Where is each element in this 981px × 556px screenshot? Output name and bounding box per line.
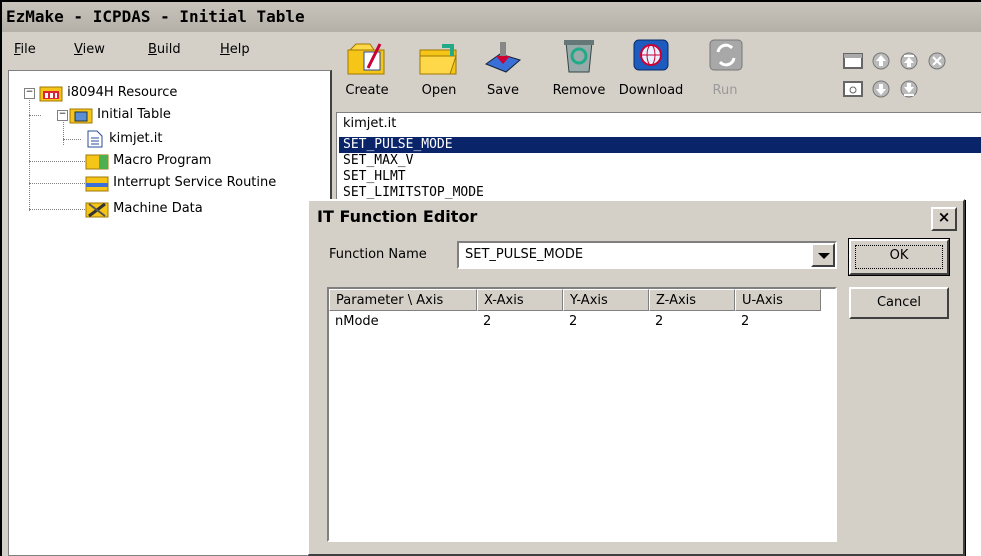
open-folder-icon bbox=[419, 44, 457, 75]
table-cell-y-axis[interactable]: 2 bbox=[563, 313, 577, 331]
ok-button[interactable]: OK bbox=[848, 238, 950, 276]
remove-button[interactable]: Remove bbox=[544, 32, 614, 102]
create-label: Create bbox=[345, 83, 389, 98]
tree-line bbox=[29, 183, 85, 184]
menu-view[interactable]: View bbox=[74, 42, 105, 57]
menu-help-key: H bbox=[220, 42, 230, 57]
dialog-close-button[interactable]: × bbox=[931, 207, 957, 231]
menu-view-rest: iew bbox=[82, 42, 105, 57]
table-cell-x-axis[interactable]: 2 bbox=[477, 313, 491, 331]
arrow-top-icon[interactable] bbox=[898, 52, 920, 70]
menu-file[interactable]: File bbox=[14, 42, 36, 57]
chevron-down-icon[interactable] bbox=[811, 243, 835, 267]
tree-item-machine-data-label: Machine Data bbox=[113, 201, 203, 216]
menu-bar: File View Build Help bbox=[2, 32, 332, 70]
focus-rect bbox=[855, 245, 943, 269]
table-folder-icon bbox=[69, 108, 93, 123]
download-globe-icon bbox=[633, 39, 669, 71]
menu-file-rest: ile bbox=[20, 42, 36, 57]
run-label: Run bbox=[712, 83, 738, 98]
save-icon bbox=[484, 42, 522, 73]
tree-item-root-label: i8094H Resource bbox=[67, 85, 178, 100]
tree-line bbox=[29, 161, 85, 162]
list-item[interactable]: SET_MAX_V bbox=[339, 153, 981, 169]
toolbar: Create Open Save Remove Download Run bbox=[332, 32, 981, 102]
tree-item-root[interactable]: i8094H Resource bbox=[39, 83, 177, 103]
create-button[interactable]: Create bbox=[332, 32, 402, 102]
arrow-down-icon[interactable] bbox=[870, 80, 892, 98]
tree-item-initial-table-label: Initial Table bbox=[97, 107, 171, 122]
menu-help-rest: elp bbox=[229, 42, 250, 57]
collapse-root-icon[interactable]: − bbox=[24, 88, 35, 99]
save-label: Save bbox=[487, 83, 519, 98]
isr-folder-icon bbox=[85, 176, 109, 191]
tree-item-macro-program-label: Macro Program bbox=[113, 153, 212, 168]
tree-item-initial-table[interactable]: Initial Table bbox=[69, 105, 171, 125]
tools-icon bbox=[85, 202, 109, 217]
tree-line bbox=[29, 115, 41, 116]
resource-tree[interactable]: − i8094H Resource − Initial Table kimjet… bbox=[8, 70, 332, 556]
tree-item-machine-data[interactable]: Machine Data bbox=[85, 199, 203, 219]
collapse-initial-table-icon[interactable]: − bbox=[57, 110, 68, 121]
column-header-z-axis[interactable]: Z-Axis bbox=[649, 289, 735, 311]
table-cell-z-axis[interactable]: 2 bbox=[649, 313, 663, 331]
window-icon[interactable] bbox=[842, 52, 864, 70]
function-name-label: Function Name bbox=[329, 247, 427, 262]
tree-line bbox=[29, 209, 85, 210]
list-item[interactable]: SET_HLMT bbox=[339, 169, 981, 185]
menu-build-key: B bbox=[148, 42, 157, 57]
remove-label: Remove bbox=[552, 83, 606, 98]
table-cell-u-axis[interactable]: 2 bbox=[735, 313, 749, 331]
document-icon bbox=[87, 130, 103, 147]
tree-item-isr-label: Interrupt Service Routine bbox=[113, 175, 277, 190]
window-alt-icon[interactable] bbox=[842, 80, 864, 98]
tree-item-macro-program[interactable]: Macro Program bbox=[85, 151, 211, 171]
table-cell-parameter[interactable]: nMode bbox=[329, 313, 379, 331]
list-item[interactable]: SET_PULSE_MODE bbox=[339, 137, 981, 153]
download-label: Download bbox=[618, 83, 684, 98]
cancel-button[interactable]: Cancel bbox=[849, 287, 949, 319]
macro-folder-icon bbox=[85, 154, 109, 169]
function-name-value: SET_PULSE_MODE bbox=[465, 247, 584, 262]
parameter-table[interactable]: Parameter \ Axis X-Axis Y-Axis Z-Axis U-… bbox=[327, 287, 837, 542]
close-icon: × bbox=[937, 208, 951, 226]
menu-view-key: V bbox=[74, 42, 83, 57]
cancel-label: Cancel bbox=[876, 295, 922, 310]
tree-item-file[interactable]: kimjet.it bbox=[85, 129, 163, 149]
column-header-parameter[interactable]: Parameter \ Axis bbox=[329, 289, 477, 311]
resource-folder-icon bbox=[39, 86, 63, 101]
dialog-title-bar: IT Function Editor × bbox=[311, 203, 961, 231]
dialog-title: IT Function Editor bbox=[317, 207, 478, 226]
run-button: Run bbox=[690, 32, 760, 102]
recycle-bin-icon bbox=[564, 40, 594, 73]
tree-line bbox=[29, 93, 30, 211]
create-icon bbox=[347, 43, 385, 75]
function-name-combobox[interactable]: SET_PULSE_MODE bbox=[457, 241, 837, 269]
column-header-y-axis[interactable]: Y-Axis bbox=[563, 289, 649, 311]
window-title: EzMake - ICPDAS - Initial Table bbox=[2, 2, 981, 32]
menu-build[interactable]: Build bbox=[148, 42, 181, 57]
tree-item-file-label: kimjet.it bbox=[109, 131, 163, 146]
arrow-bottom-icon[interactable] bbox=[898, 80, 920, 98]
tree-item-isr[interactable]: Interrupt Service Routine bbox=[85, 173, 276, 193]
arrow-up-icon[interactable] bbox=[870, 52, 892, 70]
list-header: kimjet.it bbox=[337, 113, 981, 135]
open-label: Open bbox=[421, 83, 457, 98]
close-circle-icon[interactable] bbox=[926, 52, 948, 70]
menu-build-rest: uild bbox=[156, 42, 181, 57]
menu-help[interactable]: Help bbox=[220, 42, 250, 57]
run-icon bbox=[709, 39, 743, 71]
save-button[interactable]: Save bbox=[468, 32, 538, 102]
open-button[interactable]: Open bbox=[404, 32, 474, 102]
column-header-x-axis[interactable]: X-Axis bbox=[477, 289, 563, 311]
it-function-editor-dialog: IT Function Editor × Function Name SET_P… bbox=[307, 199, 965, 556]
download-button[interactable]: Download bbox=[616, 32, 686, 102]
tree-line bbox=[63, 139, 81, 140]
column-header-u-axis[interactable]: U-Axis bbox=[735, 289, 821, 311]
